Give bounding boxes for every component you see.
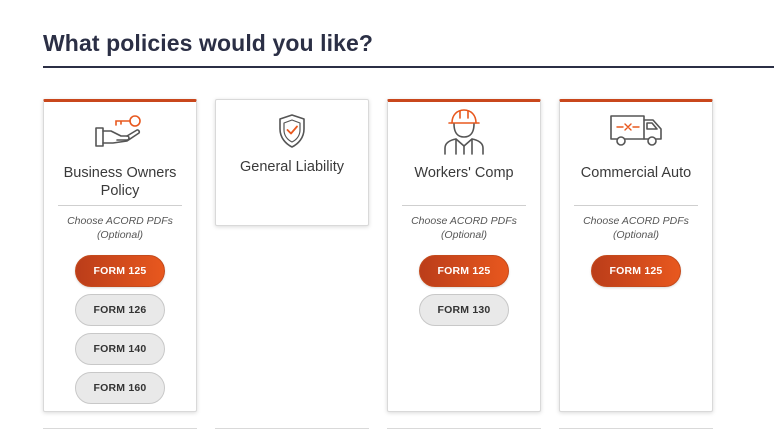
- policy-name: General Liability: [240, 159, 344, 175]
- choose-acord-label: Choose ACORD PDFs (Optional): [67, 215, 173, 241]
- policy-card-commercial-auto[interactable]: Commercial Auto Choose ACORD PDFs (Optio…: [559, 99, 713, 412]
- van-icon: [560, 112, 712, 156]
- choose-acord-label: Choose ACORD PDFs (Optional): [583, 215, 689, 241]
- policy-card-workers-comp[interactable]: Workers' Comp Choose ACORD PDFs (Optiona…: [387, 99, 541, 412]
- page-title: What policies would you like?: [43, 30, 374, 56]
- title-divider: [43, 66, 774, 68]
- form-160-button[interactable]: FORM 160: [75, 372, 165, 404]
- policy-card-business-owners[interactable]: Business Owners Policy Choose ACORD PDFs…: [43, 99, 197, 412]
- form-130-button[interactable]: FORM 130: [419, 294, 509, 326]
- policy-name: Workers' Comp: [414, 165, 514, 181]
- worker-hardhat-icon: [388, 106, 540, 155]
- policy-card-general-liability[interactable]: General Liability: [215, 99, 369, 226]
- choose-acord-label: Choose ACORD PDFs (Optional): [411, 215, 517, 241]
- form-126-button[interactable]: FORM 126: [75, 294, 165, 326]
- form-140-button[interactable]: FORM 140: [75, 333, 165, 365]
- card-divider: [402, 205, 526, 206]
- hand-key-icon: [44, 112, 196, 156]
- form-125-button[interactable]: FORM 125: [591, 255, 681, 287]
- card-divider: [574, 205, 698, 206]
- card-divider: [58, 205, 182, 206]
- policy-name: Commercial Auto: [580, 165, 692, 181]
- policy-name: Business Owners Policy: [63, 165, 177, 199]
- form-125-button[interactable]: FORM 125: [75, 255, 165, 287]
- shield-check-icon: [216, 113, 368, 157]
- form-125-button[interactable]: FORM 125: [419, 255, 509, 287]
